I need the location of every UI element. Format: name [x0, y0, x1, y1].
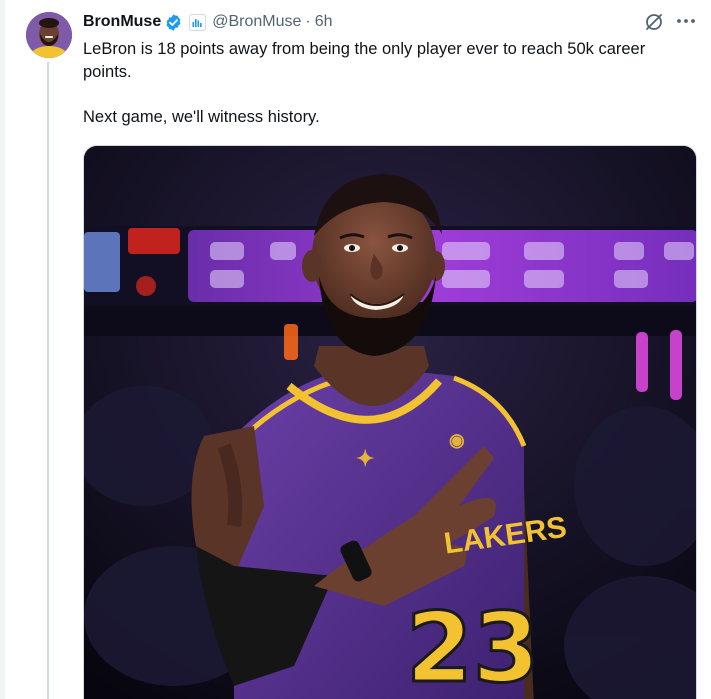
tweet-text: LeBron is 18 points away from being the … — [83, 38, 673, 129]
more-icon[interactable] — [675, 10, 697, 32]
avatar-image — [26, 12, 72, 58]
lebron-photo: ✦ ◉ LAKERS 23 — [84, 146, 696, 699]
svg-text:◉: ◉ — [449, 430, 465, 450]
tweet-media-image[interactable]: ✦ ◉ LAKERS 23 — [83, 145, 697, 699]
tweet-text-line-2: Next game, we'll witness history. — [83, 108, 320, 126]
avatar[interactable] — [26, 12, 72, 58]
thread-connector-line — [47, 62, 49, 699]
jersey-number: 23 — [406, 592, 540, 699]
tweet-text-line-1: LeBron is 18 points away from being the … — [83, 40, 646, 81]
affiliate-badge-icon[interactable] — [189, 13, 207, 31]
verified-check-icon[interactable] — [164, 13, 183, 32]
display-name[interactable]: BronMuse — [83, 13, 161, 31]
tweet[interactable]: BronMuse @BronMuse · 6h LeBron is 18 poi… — [5, 0, 711, 699]
handle[interactable]: @BronMuse — [212, 13, 301, 31]
timestamp[interactable]: 6h — [315, 13, 333, 31]
separator-dot: · — [305, 13, 311, 30]
screenshot-frame: BronMuse @BronMuse · 6h LeBron is 18 poi… — [0, 0, 711, 699]
svg-text:✦: ✦ — [356, 446, 374, 471]
tweet-header: BronMuse @BronMuse · 6h — [83, 10, 333, 34]
grok-icon[interactable] — [644, 12, 664, 32]
